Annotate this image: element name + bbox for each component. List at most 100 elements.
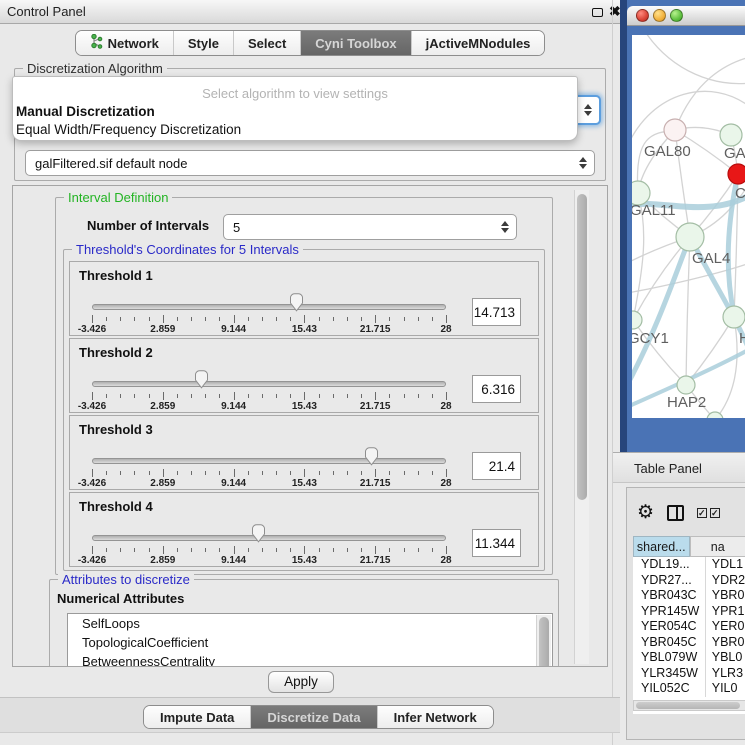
dropdown-option[interactable]: Equal Width/Frequency Discretization — [13, 121, 577, 139]
table-row[interactable]: YBL079WYBL0 — [633, 650, 745, 666]
table-cell[interactable]: YER054C — [633, 619, 706, 635]
tab-cyni-toolbox[interactable]: Cyni Toolbox — [301, 31, 411, 55]
node-table[interactable]: shared... na YDL19...YDL1YDR27...YDR2YBR… — [633, 536, 745, 714]
table-header-name[interactable]: na — [690, 536, 745, 557]
table-panel-title: Table Panel — [634, 461, 702, 476]
table-cell[interactable]: YDL19... — [633, 557, 706, 573]
table-cell[interactable]: YIL052C — [633, 681, 706, 697]
table-cell[interactable]: YLR3 — [706, 666, 745, 682]
threshold-value-field[interactable]: 21.4 — [472, 452, 521, 480]
slider-thumb-icon[interactable] — [194, 370, 209, 389]
threshold-value-field[interactable]: 6.316 — [472, 375, 521, 403]
table-cell[interactable]: YBR0 — [706, 588, 745, 604]
network-node[interactable] — [632, 311, 642, 329]
table-cell[interactable]: YDR27... — [633, 573, 706, 589]
vertical-scrollbar[interactable] — [574, 190, 589, 664]
minimize-traffic-light-icon[interactable] — [653, 9, 666, 22]
table-data-combobox[interactable]: galFiltered.sif default node — [25, 150, 595, 176]
network-edge[interactable] — [644, 35, 745, 84]
table-row[interactable]: YDR27...YDR2 — [633, 573, 745, 589]
network-node[interactable] — [676, 223, 704, 251]
network-node[interactable] — [677, 376, 695, 394]
attributes-group-title: Attributes to discretize — [58, 572, 194, 587]
list-scrollbar[interactable] — [536, 615, 551, 667]
float-window-icon[interactable] — [592, 8, 603, 17]
tab-discretize-data[interactable]: Discretize Data — [251, 706, 377, 728]
threshold-slider[interactable] — [92, 304, 446, 310]
node-label: GAL4 — [692, 250, 730, 267]
attributes-list[interactable]: SelfLoopsTopologicalCoefficientBetweenne… — [67, 613, 553, 667]
table-row[interactable]: YLR345WYLR3 — [633, 666, 745, 682]
table-cell[interactable]: YBL079W — [633, 650, 706, 666]
close-traffic-light-icon[interactable] — [636, 9, 649, 22]
num-intervals-combobox[interactable]: 5 — [223, 214, 517, 240]
threshold-value-field[interactable]: 11.344 — [472, 529, 521, 557]
slider-thumb-icon[interactable] — [364, 447, 379, 466]
table-row[interactable]: YDL19...YDL1 — [633, 557, 745, 573]
list-scrollbar-thumb[interactable] — [539, 617, 549, 667]
table-row[interactable]: YBR045CYBR0 — [633, 635, 745, 651]
attribute-list-item[interactable]: TopologicalCoefficient — [68, 633, 552, 652]
network-node[interactable] — [720, 124, 742, 146]
table-row[interactable]: YPR145WYPR1 — [633, 604, 745, 620]
threshold-label: Threshold 4 — [79, 499, 153, 514]
gear-icon[interactable]: ⚙ — [637, 504, 654, 522]
network-node[interactable] — [728, 164, 745, 184]
table-cell[interactable]: YDR2 — [706, 573, 745, 589]
columns-icon[interactable] — [667, 505, 684, 521]
table-row[interactable]: YBR043CYBR0 — [633, 588, 745, 604]
slider-thumb-icon[interactable] — [251, 524, 266, 543]
table-cell[interactable]: YBR043C — [633, 588, 706, 604]
table-header-row[interactable]: shared... na — [633, 536, 745, 557]
close-icon[interactable]: ✖ — [609, 3, 621, 20]
threshold-slider[interactable] — [92, 535, 446, 541]
tab-label: Style — [188, 36, 219, 51]
checkbox-icon[interactable]: ✓ — [710, 508, 720, 518]
attribute-list-item[interactable]: BetweennessCentrality — [68, 652, 552, 667]
tab-select[interactable]: Select — [234, 31, 301, 55]
table-cell[interactable]: YBL0 — [706, 650, 745, 666]
tab-style[interactable]: Style — [174, 31, 234, 55]
table-row[interactable]: YIL052CYIL0 — [633, 681, 745, 697]
network-edge[interactable] — [715, 317, 737, 418]
threshold-slider[interactable] — [92, 458, 446, 464]
table-cell[interactable]: YPR1 — [706, 604, 745, 620]
table-cell[interactable]: YLR345W — [633, 666, 706, 682]
table-cell[interactable]: YBR0 — [706, 635, 745, 651]
network-node[interactable] — [723, 306, 745, 328]
table-cell[interactable]: YIL0 — [706, 681, 745, 697]
slider-thumb-icon[interactable] — [289, 293, 304, 312]
network-node[interactable] — [664, 119, 686, 141]
threshold-value-field[interactable]: 14.713 — [472, 298, 521, 326]
table-hscroll-thumb[interactable] — [636, 702, 740, 709]
table-cell[interactable]: YER0 — [706, 619, 745, 635]
tab-label: Infer Network — [394, 710, 477, 725]
scrollbar-thumb[interactable] — [577, 194, 587, 500]
table-cell[interactable]: YDL1 — [706, 557, 745, 573]
network-edge[interactable] — [632, 237, 690, 385]
combo-spinner-icon — [584, 104, 592, 116]
threshold-panel: Threshold 4 -3.4262.8599.14415.4321.7152… — [69, 492, 539, 567]
tab-network[interactable]: Network — [76, 31, 174, 55]
checkbox-icon[interactable]: ✓ — [697, 508, 707, 518]
panel-divider — [612, 0, 613, 745]
table-cell[interactable]: YBR045C — [633, 635, 706, 651]
network-window-titlebar[interactable] — [627, 6, 745, 26]
table-horizontal-scrollbar[interactable] — [633, 700, 745, 711]
table-row[interactable]: YER054CYER0 — [633, 619, 745, 635]
tab-impute-data[interactable]: Impute Data — [144, 706, 251, 728]
tab-jactivemnodules[interactable]: jActiveMNodules — [412, 31, 545, 55]
table-cell[interactable]: YPR145W — [633, 604, 706, 620]
combo-spinner-icon — [501, 221, 509, 233]
threshold-slider[interactable] — [92, 381, 446, 387]
zoom-traffic-light-icon[interactable] — [670, 9, 683, 22]
network-edge[interactable] — [686, 237, 690, 385]
checkbox-icons[interactable]: ✓✓ — [697, 508, 720, 518]
dropdown-option[interactable]: Manual Discretization — [13, 103, 577, 121]
table-header-shared[interactable]: shared... — [633, 536, 690, 557]
table-panel-body: ⚙ ✓✓ shared... na YDL19...YDL1YDR27...YD… — [626, 487, 745, 740]
apply-button[interactable]: Apply — [268, 671, 334, 693]
network-canvas[interactable]: GAL80GACGAL11GAL4GCY1HHAP2 — [632, 35, 745, 418]
tab-infer-network[interactable]: Infer Network — [378, 706, 493, 728]
attribute-list-item[interactable]: SelfLoops — [68, 614, 552, 633]
